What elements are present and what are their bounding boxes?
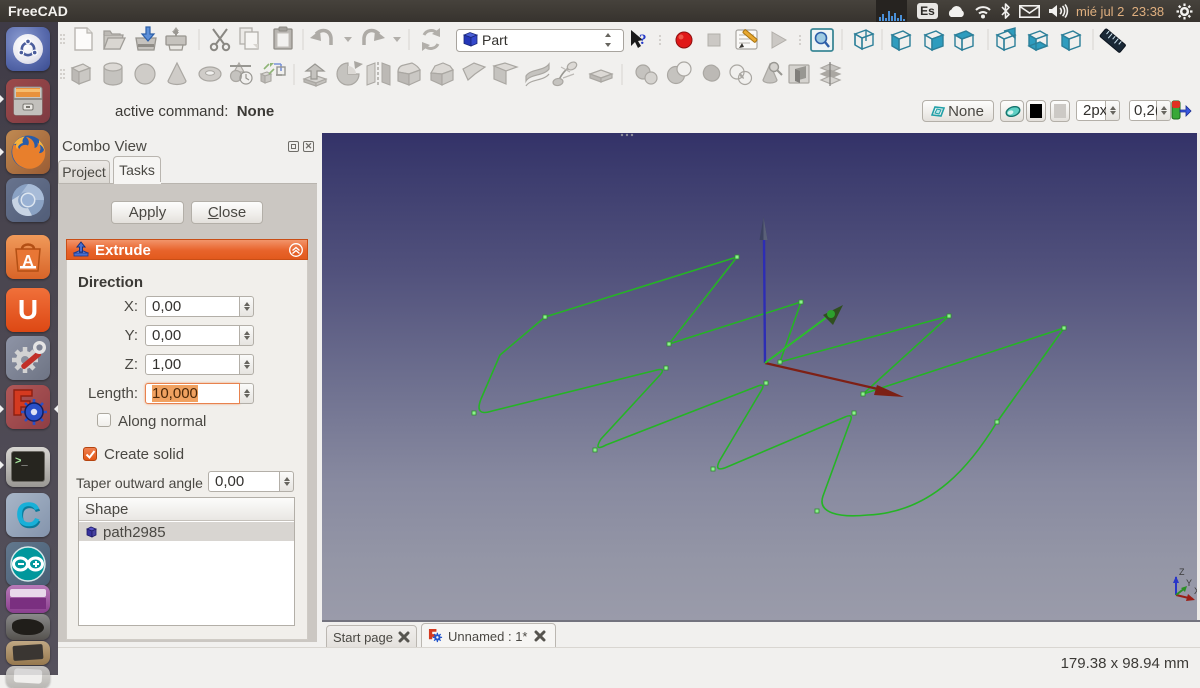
svg-text:Z: Z <box>1179 567 1185 577</box>
svg-text:Y: Y <box>1186 578 1192 588</box>
svg-text:Part: Part <box>482 32 508 48</box>
svg-text:?: ? <box>639 32 647 48</box>
